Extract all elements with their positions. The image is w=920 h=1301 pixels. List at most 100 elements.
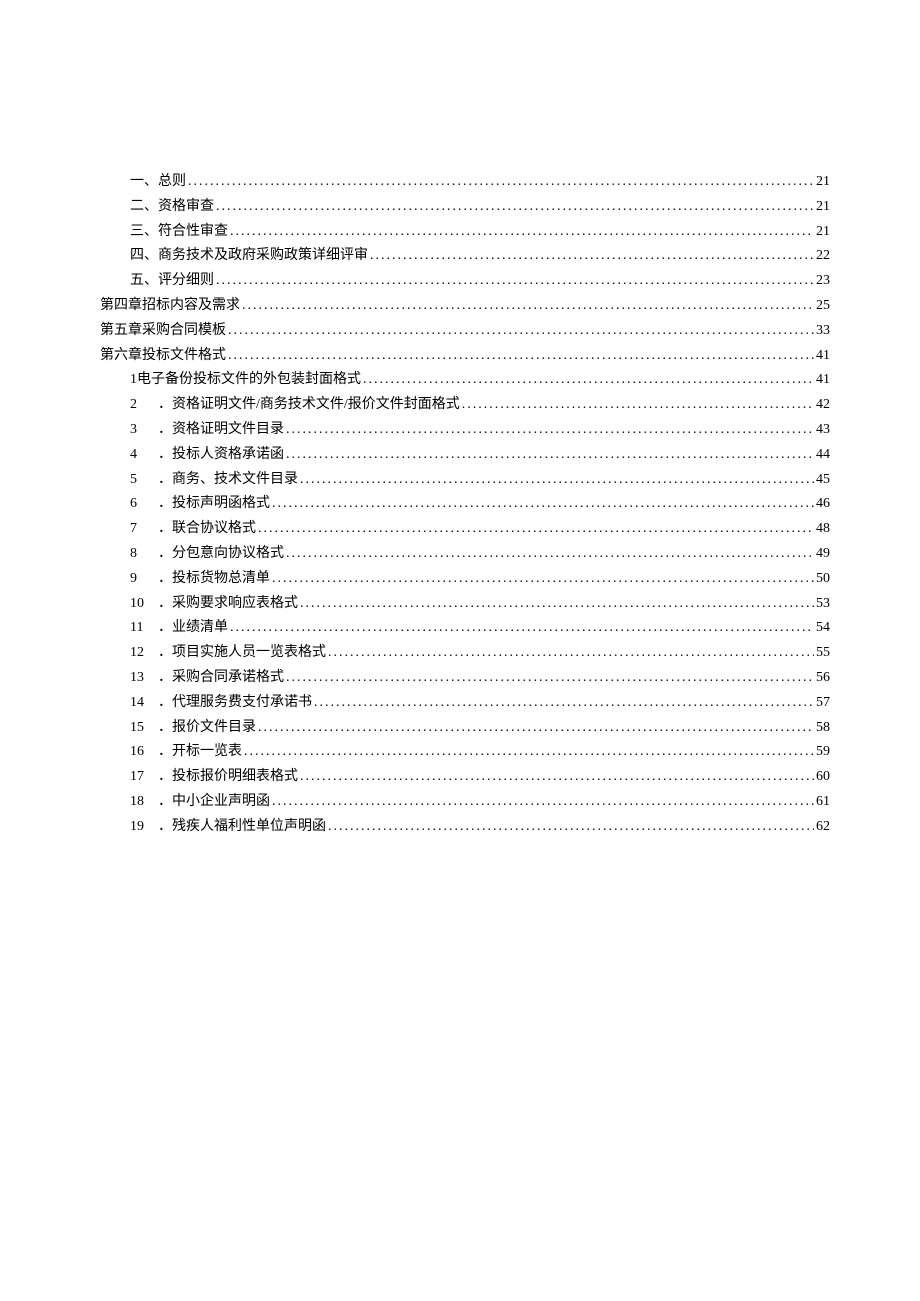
- toc-entry: 二、资格审查21: [100, 195, 830, 219]
- toc-separator: ．: [158, 542, 172, 566]
- toc-page-number: 42: [816, 393, 830, 417]
- toc-leader-dots: [230, 220, 814, 244]
- toc-separator: ．: [158, 765, 172, 789]
- toc-entry: 第四章招标内容及需求25: [100, 294, 830, 318]
- toc-number: 10: [130, 592, 158, 616]
- toc-entry: 8．分包意向协议格式49: [100, 542, 830, 566]
- toc-title: 残疾人福利性单位声明函: [172, 815, 326, 839]
- toc-number: 1: [130, 368, 137, 392]
- toc-leader-dots: [228, 319, 814, 343]
- toc-number: 四、: [130, 244, 158, 268]
- toc-leader-dots: [228, 344, 814, 368]
- toc-leader-dots: [258, 716, 814, 740]
- toc-entry: 三、符合性审查21: [100, 220, 830, 244]
- toc-entry: 7．联合协议格式 48: [100, 517, 830, 541]
- toc-entry: 五、评分细则23: [100, 269, 830, 293]
- toc-title: 第五章采购合同模板: [100, 319, 226, 343]
- toc-title: 商务技术及政府采购政策详细评审: [158, 244, 368, 268]
- toc-leader-dots: [328, 815, 814, 839]
- toc-number: 3: [130, 418, 158, 442]
- toc-title: 业绩清单: [172, 616, 228, 640]
- toc-page-number: 41: [816, 344, 830, 368]
- toc-leader-dots: [300, 468, 814, 492]
- toc-separator: ．: [158, 616, 172, 640]
- toc-title: 评分细则: [158, 269, 214, 293]
- toc-page-number: 43: [816, 418, 830, 442]
- toc-separator: ．: [158, 567, 172, 591]
- toc-page-number: 50: [816, 567, 830, 591]
- toc-entry: 四、商务技术及政府采购政策详细评审 22: [100, 244, 830, 268]
- toc-leader-dots: [286, 443, 814, 467]
- toc-leader-dots: [328, 641, 814, 665]
- toc-leader-dots: [216, 269, 814, 293]
- toc-entry: 15．报价文件目录58: [100, 716, 830, 740]
- toc-page-number: 60: [816, 765, 830, 789]
- toc-separator: ．: [158, 691, 172, 715]
- toc-title: 资格证明文件/商务技术文件/报价文件封面格式: [172, 393, 460, 417]
- toc-number: 12: [130, 641, 158, 665]
- toc-page-number: 56: [816, 666, 830, 690]
- toc-leader-dots: [462, 393, 814, 417]
- toc-leader-dots: [272, 790, 814, 814]
- toc-page-number: 22: [816, 244, 830, 268]
- toc-number: 2: [130, 393, 158, 417]
- toc-title: 开标一览表: [172, 740, 242, 764]
- toc-entry: 11．业绩清单 54: [100, 616, 830, 640]
- toc-number: 15: [130, 716, 158, 740]
- toc-page-number: 21: [816, 220, 830, 244]
- toc-page-number: 55: [816, 641, 830, 665]
- toc-entry: 第五章采购合同模板33: [100, 319, 830, 343]
- toc-entry: 3．资格证明文件目录43: [100, 418, 830, 442]
- toc-page-number: 48: [816, 517, 830, 541]
- toc-entry: 一、总则21: [100, 170, 830, 194]
- toc-title: 第四章招标内容及需求: [100, 294, 240, 318]
- toc-leader-dots: [314, 691, 814, 715]
- toc-title: 资格审查: [158, 195, 214, 219]
- toc-entry: 4．投标人资格承诺函44: [100, 443, 830, 467]
- toc-leader-dots: [244, 740, 814, 764]
- toc-title: 投标报价明细表格式: [172, 765, 298, 789]
- toc-page-number: 57: [816, 691, 830, 715]
- toc-page-number: 53: [816, 592, 830, 616]
- toc-entry: 9．投标货物总清单 50: [100, 567, 830, 591]
- toc-page-number: 49: [816, 542, 830, 566]
- toc-leader-dots: [242, 294, 814, 318]
- toc-page-number: 46: [816, 492, 830, 516]
- toc-entry: 1 电子备份投标文件的外包装封面格式 41: [100, 368, 830, 392]
- toc-number: 一、: [130, 170, 158, 194]
- toc-title: 电子备份投标文件的外包装封面格式: [137, 368, 361, 392]
- toc-number: 五、: [130, 269, 158, 293]
- toc-number: 二、: [130, 195, 158, 219]
- toc-number: 6: [130, 492, 158, 516]
- toc-entry: 2．资格证明文件/商务技术文件/报价文件封面格式42: [100, 393, 830, 417]
- toc-title: 报价文件目录: [172, 716, 256, 740]
- toc-separator: ．: [158, 418, 172, 442]
- toc-title: 项目实施人员一览表格式: [172, 641, 326, 665]
- toc-entry: 16．开标一览表 59: [100, 740, 830, 764]
- toc-title: 联合协议格式: [172, 517, 256, 541]
- toc-entry: 5．商务、技术文件目录45: [100, 468, 830, 492]
- toc-entry: 18．中小企业声明函 61: [100, 790, 830, 814]
- toc-page-number: 58: [816, 716, 830, 740]
- toc-title: 商务、技术文件目录: [172, 468, 298, 492]
- toc-number: 19: [130, 815, 158, 839]
- toc-number: 7: [130, 517, 158, 541]
- toc-title: 第六章投标文件格式: [100, 344, 226, 368]
- toc-title: 投标货物总清单: [172, 567, 270, 591]
- toc-title: 采购要求响应表格式: [172, 592, 298, 616]
- toc-number: 8: [130, 542, 158, 566]
- toc-leader-dots: [286, 666, 814, 690]
- toc-separator: ．: [158, 790, 172, 814]
- toc-title: 中小企业声明函: [172, 790, 270, 814]
- toc-leader-dots: [230, 616, 814, 640]
- toc-leader-dots: [272, 492, 814, 516]
- toc-entry: 14．代理服务费支付承诺书57: [100, 691, 830, 715]
- toc-number: 9: [130, 567, 158, 591]
- toc-leader-dots: [370, 244, 814, 268]
- toc-number: 11: [130, 616, 158, 640]
- table-of-contents: 一、总则21二、资格审查21三、符合性审查21四、商务技术及政府采购政策详细评审…: [100, 170, 830, 839]
- toc-leader-dots: [188, 170, 814, 194]
- toc-entry: 10．采购要求响应表格式53: [100, 592, 830, 616]
- toc-separator: ．: [158, 517, 172, 541]
- toc-number: 14: [130, 691, 158, 715]
